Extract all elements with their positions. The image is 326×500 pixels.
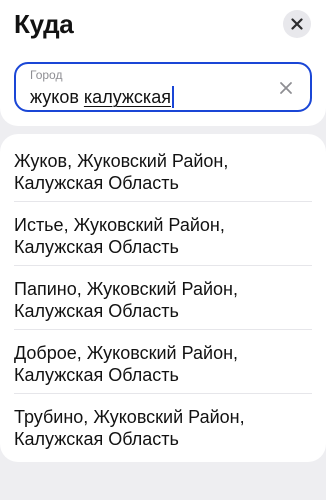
text-caret xyxy=(171,86,174,108)
suggestions-list: Жуков, Жуковский Район, Калужская Област… xyxy=(0,134,326,462)
suggestion-item[interactable]: Папино, Жуковский Район, Калужская Облас… xyxy=(14,266,312,330)
search-text-part1: жуков xyxy=(30,87,84,107)
suggestion-item[interactable]: Истье, Жуковский Район, Калужская Област… xyxy=(14,202,312,266)
suggestion-line2: Калужская Область xyxy=(14,429,179,449)
suggestion-line1: Папино, Жуковский Район, xyxy=(14,279,238,299)
header-panel: Куда Город жуков калужская xyxy=(0,0,326,126)
city-search-field[interactable]: Город жуков калужская xyxy=(14,62,312,112)
suggestion-item[interactable]: Доброе, Жуковский Район, Калужская Облас… xyxy=(14,330,312,394)
suggestion-line1: Жуков, Жуковский Район, xyxy=(14,151,229,171)
city-search-input[interactable]: жуков калужская xyxy=(30,86,174,108)
suggestion-line1: Трубино, Жуковский Район, xyxy=(14,407,245,427)
suggestion-line2: Калужская Область xyxy=(14,301,179,321)
suggestion-line2: Калужская Область xyxy=(14,237,179,257)
city-field-label: Город xyxy=(30,68,63,82)
clear-button[interactable] xyxy=(274,76,298,100)
suggestion-line1: Доброе, Жуковский Район, xyxy=(14,343,239,363)
suggestion-line2: Калужская Область xyxy=(14,365,179,385)
page-title: Куда xyxy=(14,9,74,39)
suggestion-line2: Калужская Область xyxy=(14,173,179,193)
suggestion-line1: Истье, Жуковский Район, xyxy=(14,215,225,235)
clear-icon xyxy=(280,82,292,94)
search-text-part2: калужская xyxy=(83,87,171,107)
suggestion-item[interactable]: Жуков, Жуковский Район, Калужская Област… xyxy=(14,138,312,202)
suggestion-item[interactable]: Трубино, Жуковский Район, Калужская Обла… xyxy=(14,394,312,458)
close-button[interactable] xyxy=(283,10,311,38)
close-icon xyxy=(291,18,303,30)
